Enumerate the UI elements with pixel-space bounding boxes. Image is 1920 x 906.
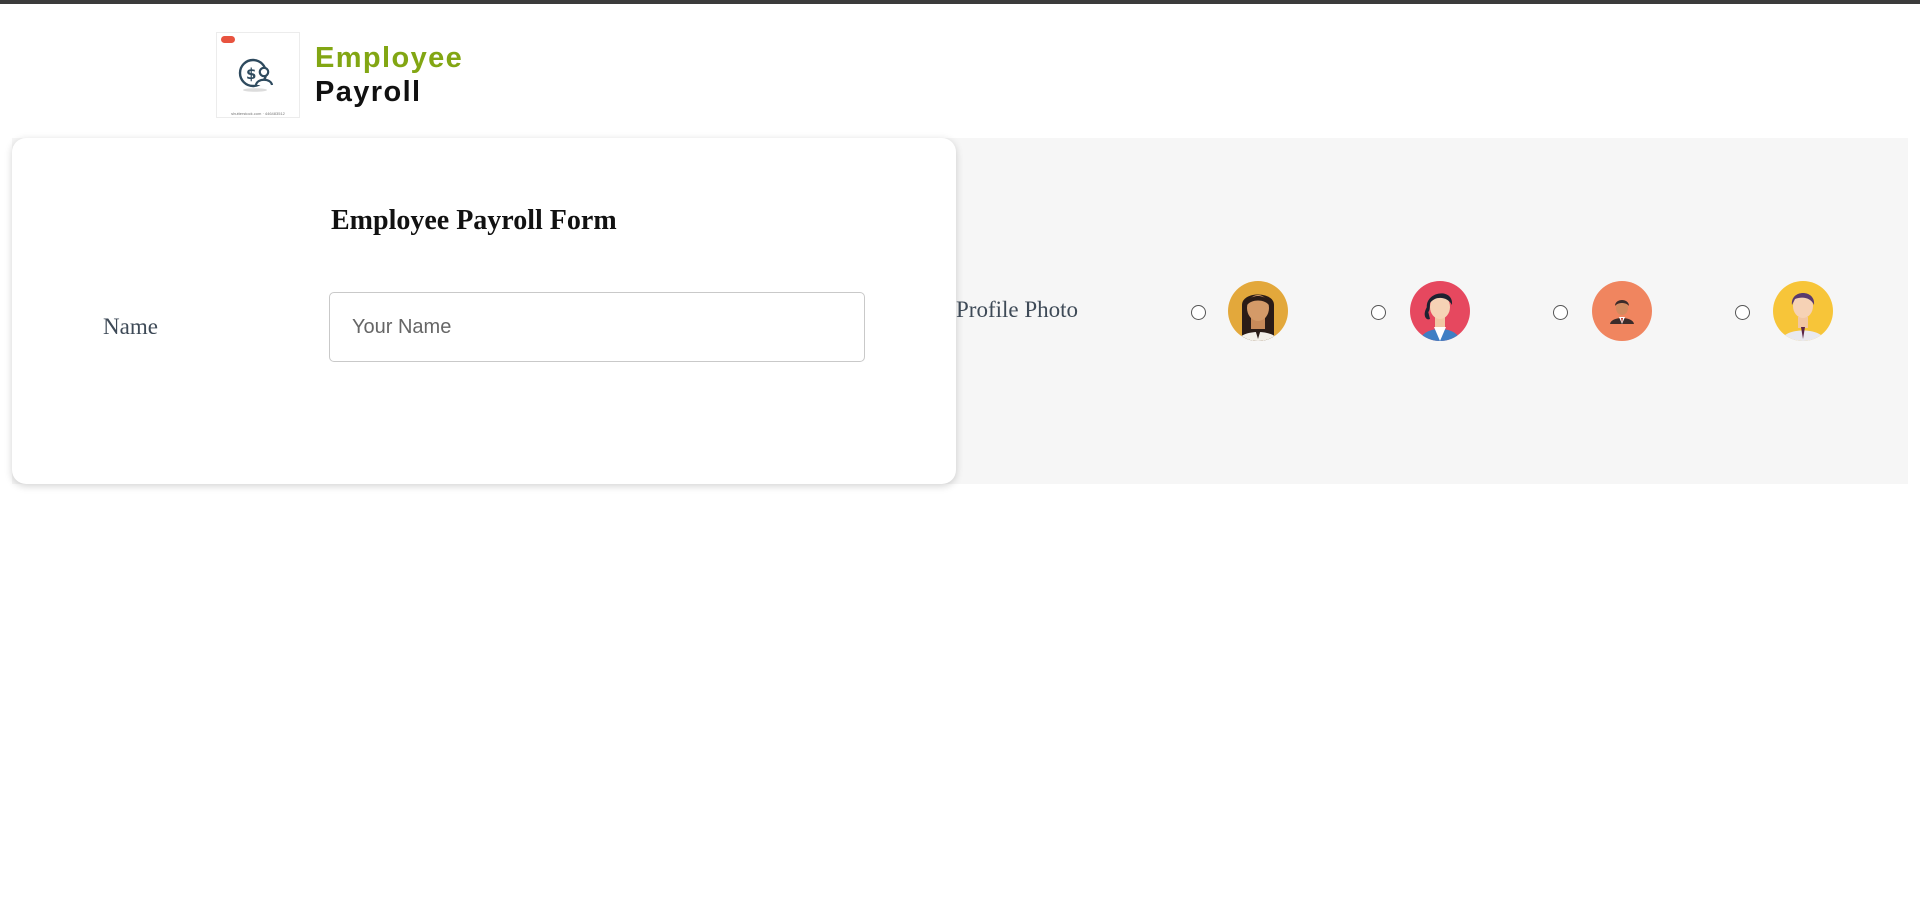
form-title: Employee Payroll Form (331, 205, 617, 236)
profile-photo-label: Profile Photo (956, 297, 1079, 322)
woman-long-hair-avatar[interactable] (1228, 281, 1288, 341)
app-header: $ shutterstock.com · 446483512 Employee … (216, 32, 463, 118)
man-tie-avatar[interactable] (1773, 281, 1833, 341)
profile-photo-radio-4[interactable] (1735, 305, 1750, 320)
brand-title: Employee Payroll (315, 41, 463, 109)
profile-photo-radio-3[interactable] (1553, 305, 1568, 320)
brand-line-employee: Employee (315, 42, 464, 74)
name-label: Name (103, 314, 158, 339)
svg-text:$: $ (246, 65, 256, 83)
logo-caption: shutterstock.com · 446483512 (231, 111, 285, 116)
woman-curly-hair-avatar[interactable] (1410, 281, 1470, 341)
man-suit-avatar[interactable] (1592, 281, 1652, 341)
brand-line-payroll: Payroll (315, 76, 422, 108)
name-input[interactable] (329, 292, 865, 362)
profile-photo-radio-1[interactable] (1191, 305, 1206, 320)
app-logo: $ shutterstock.com · 446483512 (216, 32, 300, 118)
profile-photo-radio-2[interactable] (1371, 305, 1386, 320)
payroll-dollar-person-icon: $ (238, 58, 274, 92)
top-border (0, 0, 1920, 4)
logo-tag (221, 36, 235, 43)
